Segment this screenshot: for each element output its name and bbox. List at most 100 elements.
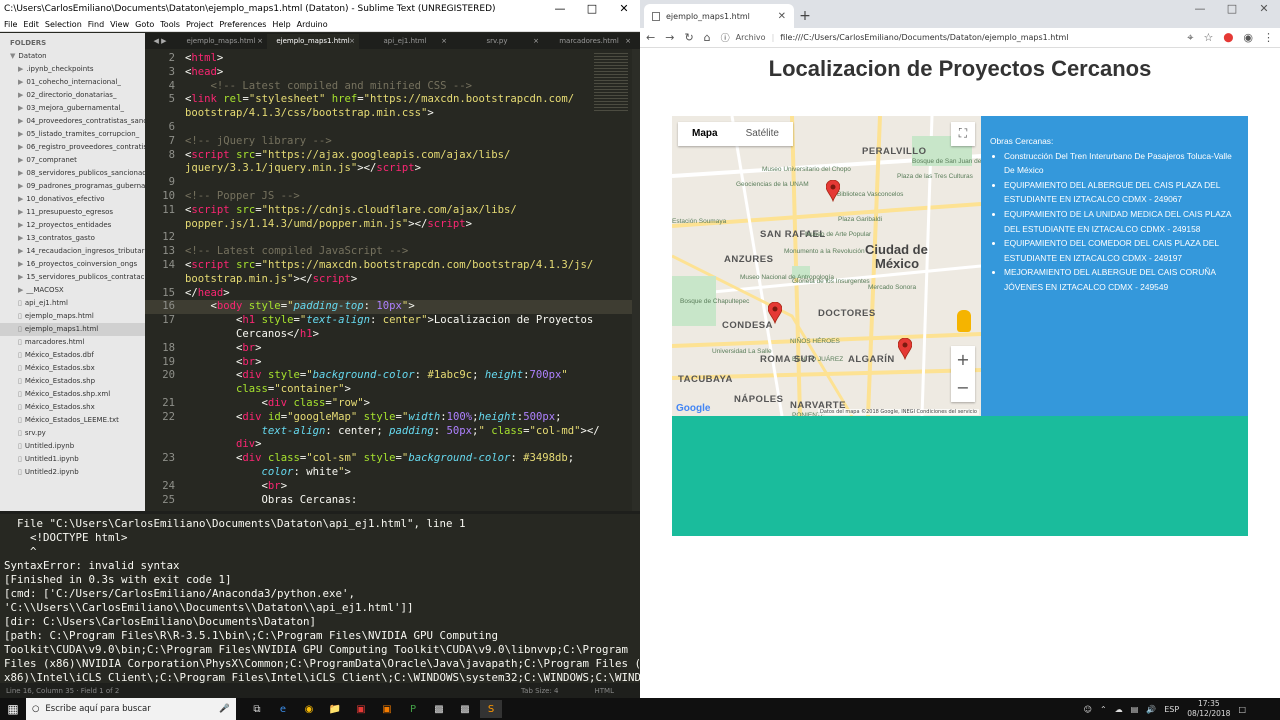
build-output-panel[interactable]: File "C:\Users\CarlosEmiliano\Documents\… <box>0 511 640 683</box>
edge-icon[interactable]: e <box>272 700 294 718</box>
sidebar-file[interactable]: ▯ México_Estados.shp.xml <box>0 388 145 401</box>
sidebar-folder[interactable]: ▶ 08_servidores_publicos_sancionados <box>0 167 145 180</box>
google-map[interactable]: PERALVILLOBosque de San Juan de Aragón Mu… <box>672 116 981 416</box>
editor-tab[interactable]: ejemplo_maps1.html × <box>267 34 359 49</box>
editor-tab[interactable]: ejemplo_maps.html × <box>175 34 267 49</box>
sidebar-folder[interactable]: ▶ 12_proyectos_entidades <box>0 219 145 232</box>
street-view-pegman-icon[interactable] <box>957 310 971 332</box>
sidebar-folder[interactable]: ▶ 01_cohecho_internacional_ <box>0 76 145 89</box>
map-attribution[interactable]: Datos del mapa ©2018 Google, INEGI Condi… <box>818 409 979 415</box>
taskbar-search-box[interactable]: ○ Escribe aquí para buscar 🎤 <box>26 698 236 720</box>
sidebar-folder[interactable]: ▶ 06_registro_proveedores_contratistas <box>0 141 145 154</box>
back-icon[interactable]: ← <box>646 31 655 44</box>
browser-tab[interactable]: ejemplo_maps1.html ✕ <box>644 4 794 28</box>
sidebar-file[interactable]: ▯ México_Estados.dbf <box>0 349 145 362</box>
menu-item-file[interactable]: File <box>4 20 17 29</box>
close-tab-icon[interactable]: × <box>349 34 355 49</box>
close-icon[interactable]: ✕ <box>608 0 640 18</box>
status-syntax[interactable]: HTML <box>595 687 614 695</box>
sidebar-folder[interactable]: ▶ 14_recaudacion_ingresos_tributarios <box>0 245 145 258</box>
terminal-icon[interactable]: ▩ <box>428 700 450 718</box>
minimize-icon[interactable]: — <box>544 0 576 18</box>
app-orange-icon[interactable]: ▣ <box>376 700 398 718</box>
sidebar-file[interactable]: ▯ marcadores.html <box>0 336 145 349</box>
tray-chevron-icon[interactable]: ⌃ <box>1100 705 1107 714</box>
menu-item-edit[interactable]: Edit <box>23 20 39 29</box>
close-tab-icon[interactable]: ✕ <box>778 11 786 22</box>
onedrive-icon[interactable]: ☁ <box>1115 705 1123 714</box>
task-view-icon[interactable]: ⧉ <box>246 700 268 718</box>
editor-tab[interactable]: api_ej1.html × <box>359 34 451 49</box>
sidebar-file[interactable]: ▯ México_Estados_LEEME.txt <box>0 414 145 427</box>
menu-item-tools[interactable]: Tools <box>160 20 180 29</box>
sublime-text-icon[interactable]: S <box>480 700 502 718</box>
editor-tab[interactable]: srv.py × <box>451 34 543 49</box>
app-red-icon[interactable]: ▣ <box>350 700 372 718</box>
menu-item-project[interactable]: Project <box>186 20 213 29</box>
menu-item-arduino[interactable]: Arduino <box>297 20 328 29</box>
network-icon[interactable]: ▤ <box>1131 705 1139 714</box>
extension-icon[interactable]: ⬤ <box>1223 33 1233 43</box>
sidebar-folder[interactable]: ▶ 03_mejora_gubernamental_ <box>0 102 145 115</box>
tab-scroll-arrows[interactable]: ◀ ▶ <box>145 34 175 49</box>
editor-tab[interactable]: marcadores.html × <box>543 34 635 49</box>
sidebar-file[interactable]: ▯ Untitled1.ipynb <box>0 453 145 466</box>
sidebar-folder[interactable]: ▶ __MACOSX <box>0 284 145 297</box>
zoom-in-button[interactable]: + <box>951 346 975 374</box>
sidebar-file[interactable]: ▯ México_Estados.shx <box>0 401 145 414</box>
menu-item-view[interactable]: View <box>110 20 129 29</box>
sidebar-file[interactable]: ▯ Untitled.ipynb <box>0 440 145 453</box>
map-marker-pin-icon[interactable] <box>898 338 912 360</box>
minimap[interactable] <box>594 51 628 111</box>
sidebar-file[interactable]: ▯ api_ej1.html <box>0 297 145 310</box>
map-marker-pin-icon[interactable] <box>826 180 840 202</box>
status-tab-size[interactable]: Tab Size: 4 <box>521 687 558 695</box>
bookmark-star-icon[interactable]: ☆ <box>1203 31 1213 44</box>
language-indicator[interactable]: ESP <box>1164 705 1179 714</box>
app-green-icon[interactable]: P <box>402 700 424 718</box>
address-bar[interactable]: ⓘ Archivo | file:///C:/Users/CarlosEmili… <box>720 29 1178 46</box>
reload-icon[interactable]: ↻ <box>684 31 693 44</box>
volume-icon[interactable]: 🔊 <box>1146 705 1156 714</box>
close-tab-icon[interactable]: × <box>625 34 631 49</box>
sidebar-root-folder[interactable]: ▼ Dataton <box>0 50 145 63</box>
file-explorer-icon[interactable]: 📁 <box>324 700 346 718</box>
sidebar-folder[interactable]: ▶ 11_presupuesto_egresos <box>0 206 145 219</box>
windows-start-icon[interactable]: ▦ <box>0 702 26 716</box>
sidebar-folder[interactable]: ▶ 05_listado_tramites_corrupcion_ <box>0 128 145 141</box>
menu-dots-icon[interactable]: ⋮ <box>1263 31 1274 44</box>
google-logo[interactable]: Google <box>676 403 710 414</box>
code-area[interactable]: 2 <html> 3 <head> 4 <!-- Latest compiled and… <box>145 49 640 511</box>
sidebar-file[interactable]: ▯ ejemplo_maps1.html <box>0 323 145 336</box>
app-window-icon[interactable]: ▩ <box>454 700 476 718</box>
info-icon[interactable]: ⓘ <box>721 31 730 44</box>
map-marker-pin-icon[interactable] <box>768 302 782 324</box>
close-tab-icon[interactable]: × <box>257 34 263 49</box>
sidebar-folder[interactable]: ▶ 10_donativos_efectivo <box>0 193 145 206</box>
sidebar-file[interactable]: ▯ México_Estados.sbx <box>0 362 145 375</box>
sidebar-file[interactable]: ▯ Untitled2.ipynb <box>0 466 145 479</box>
sidebar-folder[interactable]: ▶ 02_directorio_donatarias_ <box>0 89 145 102</box>
editor-scrollbar[interactable] <box>632 49 640 511</box>
sidebar-folder[interactable]: ▶09_padrones_programas_gubernamentales <box>0 180 145 193</box>
browser-close-icon[interactable]: ✕ <box>1248 0 1280 18</box>
sidebar-folder[interactable]: ▶ 15_servidores_publicos_contratacion <box>0 271 145 284</box>
menu-item-find[interactable]: Find <box>88 20 104 29</box>
home-icon[interactable]: ⌂ <box>704 31 711 44</box>
map-type-map-button[interactable]: Mapa <box>678 122 732 146</box>
sidebar-file[interactable]: ▯ México_Estados.shp <box>0 375 145 388</box>
zoom-out-button[interactable]: − <box>951 374 975 402</box>
sidebar-file[interactable]: ▯ ejemplo_maps.html <box>0 310 145 323</box>
profile-avatar-icon[interactable]: ◉ <box>1243 31 1253 44</box>
location-target-icon[interactable]: ⌖ <box>1187 31 1193 45</box>
maximize-icon[interactable]: □ <box>576 0 608 18</box>
forward-icon[interactable]: → <box>665 31 674 44</box>
people-icon[interactable]: ☺ <box>1084 705 1092 714</box>
sidebar-folder[interactable]: ▶ 07_compranet <box>0 154 145 167</box>
map-type-satellite-button[interactable]: Satélite <box>732 122 793 146</box>
menu-item-preferences[interactable]: Preferences <box>219 20 266 29</box>
sidebar-file[interactable]: ▯ srv.py <box>0 427 145 440</box>
sidebar-folder[interactable]: ▶ .ipynb_checkpoints <box>0 63 145 76</box>
clock[interactable]: 17:35 08/12/2018 <box>1187 699 1230 719</box>
notifications-icon[interactable]: □ <box>1238 705 1246 714</box>
